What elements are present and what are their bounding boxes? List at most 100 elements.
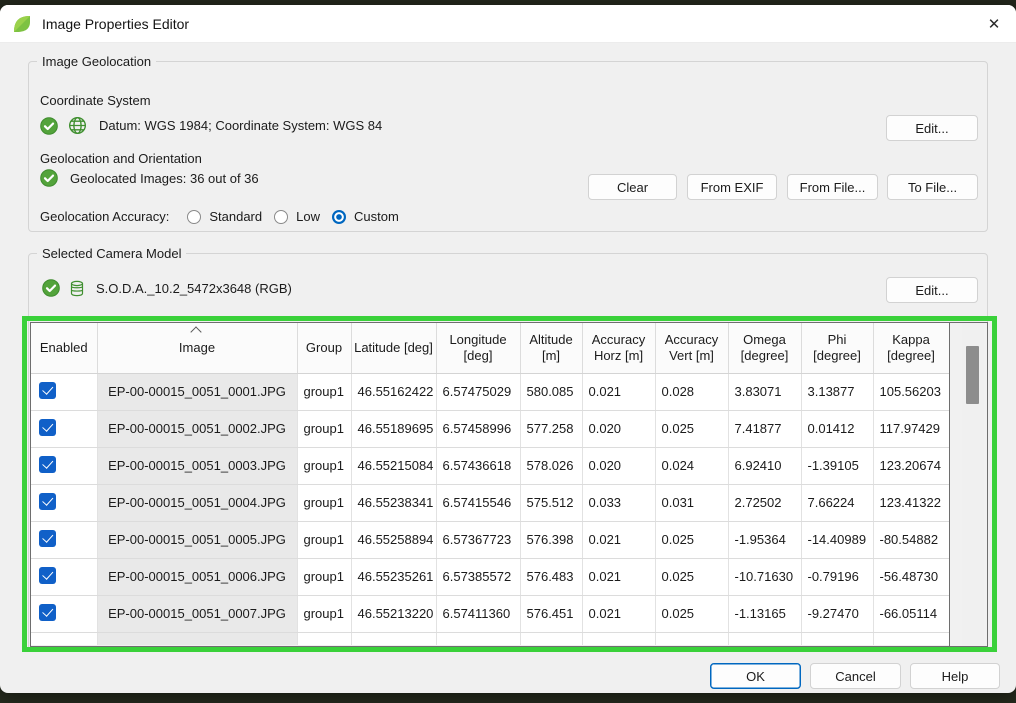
- radio-unselected-icon[interactable]: [187, 210, 201, 224]
- cell-phi: -0.79196: [801, 558, 873, 595]
- coordinate-system-row: Datum: WGS 1984; Coordinate System: WGS …: [40, 116, 382, 135]
- cell-group: group1: [297, 373, 351, 410]
- sort-ascending-icon: [190, 326, 201, 337]
- cell-enabled: [31, 447, 97, 484]
- cell-empty: [31, 632, 97, 645]
- table-row-partial: [31, 632, 949, 645]
- radio-selected-icon[interactable]: [332, 210, 346, 224]
- column-header-accuracy-horz-m[interactable]: Accuracy Horz [m]: [582, 323, 655, 373]
- cell-longitude: 6.57385572: [436, 558, 520, 595]
- cell-accuracy_horz: 0.021: [582, 521, 655, 558]
- group-title-image-geolocation: Image Geolocation: [37, 54, 156, 69]
- row-enabled-checkbox[interactable]: [39, 456, 56, 473]
- column-header-label: Omega [degree]: [741, 332, 789, 363]
- cancel-button[interactable]: Cancel: [810, 663, 901, 689]
- column-header-kappa-degree[interactable]: Kappa [degree]: [873, 323, 949, 373]
- camera-edit-button[interactable]: Edit...: [886, 277, 978, 303]
- column-header-label: Image: [179, 340, 215, 355]
- cell-longitude: 6.57475029: [436, 373, 520, 410]
- camera-model-cylinder-icon: [70, 280, 84, 297]
- row-enabled-checkbox[interactable]: [39, 567, 56, 584]
- column-header-image[interactable]: Image: [97, 323, 297, 373]
- column-header-phi-degree[interactable]: Phi [degree]: [801, 323, 873, 373]
- cell-enabled: [31, 558, 97, 595]
- radio-option-low[interactable]: Low: [274, 209, 320, 224]
- column-header-altitude-m[interactable]: Altitude [m]: [520, 323, 582, 373]
- cell-accuracy_vert: 0.028: [655, 373, 728, 410]
- datum-text: Datum: WGS 1984; Coordinate System: WGS …: [99, 118, 382, 133]
- cell-omega: -10.71630: [728, 558, 801, 595]
- cell-image: EP-00-00015_0051_0004.JPG: [97, 484, 297, 521]
- from-file-button[interactable]: From File...: [787, 174, 878, 200]
- image-table-area: Enabled Image GroupLatitude [deg]Longitude…: [30, 322, 988, 647]
- cell-empty: [297, 632, 351, 645]
- cell-empty: [436, 632, 520, 645]
- ok-button[interactable]: OK: [710, 663, 801, 689]
- cell-latitude: 46.55213220: [351, 595, 436, 632]
- table-row: EP-00-00015_0051_0003.JPGgroup146.552150…: [31, 447, 949, 484]
- check-circle-icon: [42, 279, 60, 297]
- cell-omega: 3.83071: [728, 373, 801, 410]
- clear-button[interactable]: Clear: [588, 174, 677, 200]
- globe-icon: [68, 116, 87, 135]
- cell-empty: [520, 632, 582, 645]
- cell-enabled: [31, 373, 97, 410]
- cell-longitude: 6.57367723: [436, 521, 520, 558]
- table-row: EP-00-00015_0051_0004.JPGgroup146.552383…: [31, 484, 949, 521]
- column-header-label: Altitude [m]: [529, 332, 572, 363]
- cell-longitude: 6.57436618: [436, 447, 520, 484]
- column-header-omega-degree[interactable]: Omega [degree]: [728, 323, 801, 373]
- row-enabled-checkbox[interactable]: [39, 530, 56, 547]
- column-header-enabled[interactable]: Enabled: [31, 323, 97, 373]
- from-exif-button[interactable]: From EXIF: [687, 174, 777, 200]
- cell-accuracy_horz: 0.021: [582, 373, 655, 410]
- cell-accuracy_horz: 0.020: [582, 410, 655, 447]
- orientation-label: Geolocation and Orientation: [40, 151, 202, 166]
- cell-kappa: 123.20674: [873, 447, 949, 484]
- cell-accuracy_vert: 0.025: [655, 595, 728, 632]
- column-header-group[interactable]: Group: [297, 323, 351, 373]
- column-header-label: Kappa [degree]: [887, 332, 935, 363]
- column-header-label: Latitude [deg]: [354, 340, 433, 355]
- row-enabled-checkbox[interactable]: [39, 419, 56, 436]
- cell-image: EP-00-00015_0051_0007.JPG: [97, 595, 297, 632]
- cell-altitude: 580.085: [520, 373, 582, 410]
- table-row: EP-00-00015_0051_0001.JPGgroup146.551624…: [31, 373, 949, 410]
- cell-accuracy_vert: 0.025: [655, 410, 728, 447]
- column-header-longitude-deg[interactable]: Longitude [deg]: [436, 323, 520, 373]
- close-icon[interactable]: ✕: [972, 5, 1016, 43]
- cell-empty: [801, 632, 873, 645]
- cell-omega: 7.41877: [728, 410, 801, 447]
- to-file-button[interactable]: To File...: [887, 174, 978, 200]
- cell-group: group1: [297, 521, 351, 558]
- radio-option-custom[interactable]: Custom: [332, 209, 399, 224]
- column-header-accuracy-vert-m[interactable]: Accuracy Vert [m]: [655, 323, 728, 373]
- geolocated-images-row: Geolocated Images: 36 out of 36: [40, 169, 259, 187]
- scrollbar-thumb[interactable]: [966, 346, 979, 404]
- table-row: EP-00-00015_0051_0002.JPGgroup146.551896…: [31, 410, 949, 447]
- geolocation-edit-button[interactable]: Edit...: [886, 115, 978, 141]
- row-enabled-checkbox[interactable]: [39, 382, 56, 399]
- geolocated-images-text: Geolocated Images: 36 out of 36: [70, 171, 259, 186]
- cell-enabled: [31, 410, 97, 447]
- cell-kappa: 117.97429: [873, 410, 949, 447]
- help-button[interactable]: Help: [910, 663, 1000, 689]
- cell-latitude: 46.55215084: [351, 447, 436, 484]
- cell-altitude: 576.483: [520, 558, 582, 595]
- cell-altitude: 576.451: [520, 595, 582, 632]
- coordinate-system-label: Coordinate System: [40, 93, 151, 108]
- row-enabled-checkbox[interactable]: [39, 493, 56, 510]
- cell-phi: -14.40989: [801, 521, 873, 558]
- row-enabled-checkbox[interactable]: [39, 604, 56, 621]
- column-header-latitude-deg[interactable]: Latitude [deg]: [351, 323, 436, 373]
- title-bar: Image Properties Editor ✕: [0, 5, 1016, 43]
- cell-latitude: 46.55189695: [351, 410, 436, 447]
- radio-option-standard[interactable]: Standard: [187, 209, 262, 224]
- cell-empty: [97, 632, 297, 645]
- cell-empty: [873, 632, 949, 645]
- cell-image: EP-00-00015_0051_0006.JPG: [97, 558, 297, 595]
- radio-unselected-icon[interactable]: [274, 210, 288, 224]
- image-properties-editor-dialog: Image Properties Editor ✕ Image Geolocat…: [0, 5, 1016, 693]
- vertical-scrollbar[interactable]: [962, 323, 984, 646]
- cell-kappa: 123.41322: [873, 484, 949, 521]
